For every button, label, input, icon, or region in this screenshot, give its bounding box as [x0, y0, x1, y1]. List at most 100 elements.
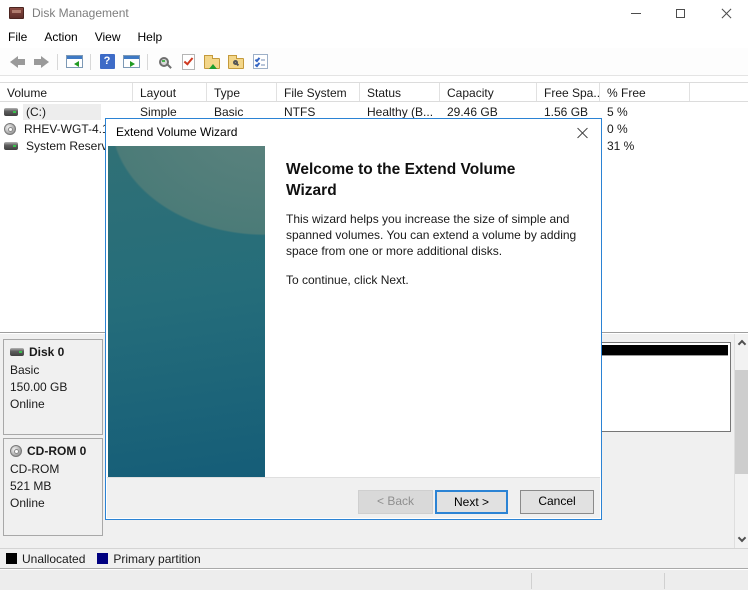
maximize-icon [676, 9, 685, 18]
scroll-up-button[interactable] [735, 334, 748, 351]
toolbar-separator [147, 54, 148, 70]
menu-view[interactable]: View [95, 28, 130, 46]
col-type[interactable]: Type [207, 83, 277, 101]
help-icon: ? [100, 54, 115, 69]
pct-free-cell: 31 % [600, 139, 690, 153]
wizard-body-line: space from one or more additional disks. [286, 243, 616, 259]
check-disk-button[interactable] [176, 51, 200, 73]
minimize-button[interactable] [613, 0, 658, 26]
toolbar-separator [90, 54, 91, 70]
extend-volume-wizard-dialog: Extend Volume Wizard Welcome to the Exte… [105, 118, 602, 520]
fs-cell: NTFS [277, 105, 360, 119]
layout-cell: Simple [133, 105, 207, 119]
col-layout[interactable]: Layout [133, 83, 207, 101]
menu-bar: File Action View Help [0, 26, 748, 48]
pct-free-cell: 0 % [600, 122, 690, 136]
cd-volume-icon [4, 123, 16, 135]
wizard-body-line: This wizard helps you increase the size … [286, 211, 616, 227]
col-status[interactable]: Status [360, 83, 440, 101]
folder-up-button[interactable] [200, 51, 224, 73]
col-volume[interactable]: Volume [0, 83, 133, 101]
wizard-continue-text: To continue, click Next. [286, 273, 616, 287]
app-icon [9, 7, 24, 19]
legend-bar: Unallocated Primary partition [0, 548, 748, 568]
toolbar: ? [0, 48, 748, 76]
wizard-heading-line: Wizard [286, 180, 616, 201]
wizard-title-bar: Extend Volume Wizard [106, 119, 601, 145]
next-wizard-button[interactable]: Next > [435, 490, 508, 514]
menu-help[interactable]: Help [138, 28, 172, 46]
wizard-title: Extend Volume Wizard [116, 125, 237, 139]
action-pane-button[interactable] [119, 51, 143, 73]
pct-free-cell: 5 % [600, 105, 690, 119]
cdrom0-type: CD-ROM [10, 461, 102, 478]
properties-button[interactable] [248, 51, 272, 73]
window-title: Disk Management [32, 6, 129, 20]
console-tree-icon [66, 55, 83, 68]
col-file-system[interactable]: File System [277, 83, 360, 101]
legend-primary-partition-label: Primary partition [113, 552, 200, 566]
cdrom0-size: 521 MB [10, 478, 102, 495]
wizard-body-text: This wizard helps you increase the size … [286, 211, 616, 259]
capacity-cell: 29.46 GB [440, 105, 537, 119]
close-icon [720, 7, 732, 19]
vertical-scrollbar[interactable] [734, 334, 748, 548]
col-capacity[interactable]: Capacity [440, 83, 537, 101]
disk-icon [10, 348, 24, 356]
wizard-heading: Welcome to the Extend Volume Wizard [286, 159, 616, 201]
scrollbar-thumb[interactable] [735, 370, 748, 474]
back-button[interactable] [5, 51, 29, 73]
cdrom0-name: CD-ROM 0 [27, 444, 86, 458]
status-cell: Healthy (B... [360, 105, 440, 119]
back-arrow-icon [10, 56, 25, 68]
cd-icon [10, 445, 22, 457]
menu-action[interactable]: Action [44, 28, 86, 46]
status-bar [0, 568, 748, 590]
folder-up-icon [204, 58, 220, 69]
unallocated-swatch [6, 553, 17, 564]
disk-management-window: Disk Management File Action View Help ? [0, 0, 748, 590]
chevron-up-icon [737, 340, 745, 348]
chevron-down-icon [737, 534, 745, 542]
scan-button[interactable] [152, 51, 176, 73]
legend-primary-partition: Primary partition [97, 552, 200, 566]
col-pct-free[interactable]: % Free [600, 83, 690, 101]
menu-file[interactable]: File [8, 28, 36, 46]
check-document-icon [182, 54, 195, 70]
primary-partition-swatch [97, 553, 108, 564]
col-free-space[interactable]: Free Spa... [537, 83, 600, 101]
action-pane-icon [123, 55, 140, 68]
console-tree-button[interactable] [62, 51, 86, 73]
properties-icon [253, 54, 268, 69]
cdrom0-panel[interactable]: CD-ROM 0 CD-ROM 521 MB Online [3, 438, 103, 536]
forward-button[interactable] [29, 51, 53, 73]
cancel-wizard-button[interactable]: Cancel [520, 490, 594, 514]
minimize-icon [631, 13, 641, 14]
free-space-cell: 1.56 GB [537, 105, 600, 119]
wizard-body-line: spanned volumes. You can extend a volume… [286, 227, 616, 243]
wizard-watermark-image [108, 146, 265, 477]
disk0-name: Disk 0 [29, 345, 64, 359]
folder-find-button[interactable] [224, 51, 248, 73]
disk0-panel[interactable]: Disk 0 Basic 150.00 GB Online [3, 339, 103, 435]
wizard-close-icon[interactable] [576, 126, 589, 139]
maximize-button[interactable] [658, 0, 703, 26]
title-bar: Disk Management [0, 0, 748, 26]
type-cell: Basic [207, 105, 277, 119]
disk0-status: Online [10, 396, 102, 413]
scroll-down-button[interactable] [735, 531, 748, 548]
volume-list-header: Volume Layout Type File System Status Ca… [0, 82, 748, 102]
cdrom0-status: Online [10, 495, 102, 512]
folder-find-icon [228, 58, 244, 69]
forward-arrow-icon [34, 56, 49, 68]
statusbar-separator [664, 573, 665, 589]
toolbar-separator [57, 54, 58, 70]
wizard-heading-line: Welcome to the Extend Volume [286, 159, 616, 180]
help-button[interactable]: ? [95, 51, 119, 73]
back-wizard-button: < Back [358, 490, 433, 514]
disk-volume-icon [4, 142, 18, 150]
col-empty [690, 83, 748, 101]
close-button[interactable] [703, 0, 748, 26]
disk-volume-icon [4, 108, 18, 116]
legend-unallocated: Unallocated [6, 552, 85, 566]
